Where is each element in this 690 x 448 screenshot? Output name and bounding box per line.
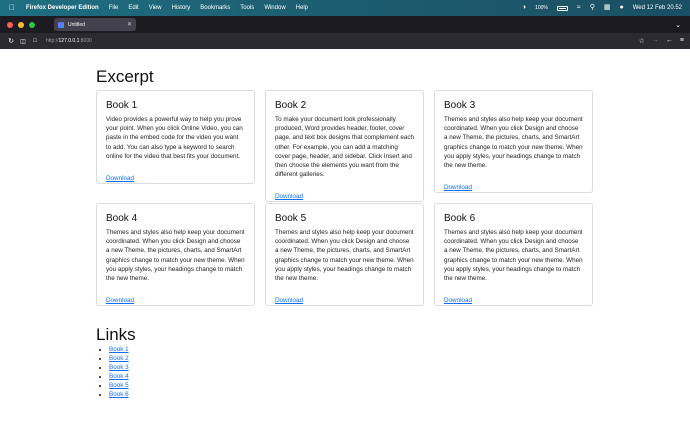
download-link[interactable]: Download — [106, 297, 134, 304]
minimize-window-button[interactable] — [18, 21, 24, 28]
download-link[interactable]: Download — [444, 297, 472, 304]
toolbar-right-buttons: ☆ → ← ≡ — [639, 37, 684, 45]
link-book-2[interactable]: Book 2 — [109, 355, 129, 362]
menu-view[interactable]: View — [149, 5, 162, 11]
book-card-2: Book 2 To make your document look profes… — [265, 90, 424, 202]
shield-icon[interactable]: ◫ — [18, 38, 28, 45]
links-heading: Links — [96, 325, 136, 344]
menubar-status-area: ◑ 100% ≈ ⚲ ▦ ● Wed 12 Feb 20.52 — [522, 4, 682, 12]
book-card-1: Book 1 Video provides a powerful way to … — [96, 90, 255, 184]
book-title: Book 6 — [444, 213, 476, 224]
menubar-clock[interactable]: Wed 12 Feb 20.52 — [633, 5, 682, 11]
link-book-3[interactable]: Book 3 — [109, 364, 129, 371]
book-card-6: Book 6 Themes and styles also help keep … — [434, 203, 593, 306]
menu-bookmarks[interactable]: Bookmarks — [200, 5, 230, 11]
link-book-5[interactable]: Book 5 — [109, 382, 129, 389]
siri-icon[interactable]: ● — [620, 4, 624, 12]
page-content: Excerpt Book 1 Video provides a powerful… — [0, 49, 690, 448]
menu-history[interactable]: History — [172, 5, 191, 11]
link-book-6[interactable]: Book 6 — [109, 391, 129, 398]
list-item: Book 3 — [109, 363, 129, 372]
book-description: To make your document look professionall… — [275, 116, 414, 179]
window-controls — [7, 21, 35, 28]
reload-icon[interactable]: ↻ — [6, 37, 16, 45]
vpn-icon[interactable]: ◑ — [522, 4, 526, 12]
tab-untitled[interactable]: Untitled ✕ — [54, 18, 136, 31]
links-list: Book 1 Book 2 Book 3 Book 4 Book 5 Book … — [109, 345, 129, 400]
menubar-app-name[interactable]: Firefox Developer Edition — [26, 5, 99, 11]
back-arrow-icon[interactable]: ← — [666, 37, 673, 45]
wifi-icon[interactable]: ≈ — [577, 4, 581, 12]
navigation-toolbar: ↻ ◫ □ http:// 127.0.0.1 :8000 ☆ → ← ≡ — [0, 33, 690, 49]
book-description: Themes and styles also help keep your do… — [444, 116, 583, 170]
tab-title: Untitled — [68, 21, 85, 28]
book-description: Themes and styles also help keep your do… — [444, 229, 583, 283]
book-title: Book 3 — [444, 100, 476, 111]
close-tab-icon[interactable]: ✕ — [127, 21, 132, 28]
menu-tools[interactable]: Tools — [240, 5, 254, 11]
book-title: Book 1 — [106, 100, 138, 111]
list-item: Book 2 — [109, 354, 129, 363]
list-all-tabs-icon[interactable]: ⌄ — [675, 21, 681, 29]
battery-percent: 100% — [535, 5, 548, 11]
url-port: :8000 — [79, 38, 92, 44]
close-window-button[interactable] — [7, 21, 13, 28]
book-card-3: Book 3 Themes and styles also help keep … — [434, 90, 593, 193]
zoom-window-button[interactable] — [29, 21, 35, 28]
list-item: Book 6 — [109, 390, 129, 399]
page-info-icon[interactable]: □ — [30, 38, 40, 44]
hamburger-menu-icon[interactable]: ≡ — [680, 37, 684, 45]
forward-arrow-icon[interactable]: → — [652, 37, 659, 45]
book-description: Themes and styles also help keep your do… — [275, 229, 414, 283]
browser-tab-strip: Untitled ✕ ⌄ — [0, 16, 690, 33]
link-book-4[interactable]: Book 4 — [109, 373, 129, 380]
download-link[interactable]: Download — [275, 297, 303, 304]
excerpt-heading: Excerpt — [96, 67, 154, 86]
control-center-icon[interactable]: ▦ — [604, 4, 611, 12]
search-icon[interactable]: ⚲ — [590, 4, 595, 12]
menu-edit[interactable]: Edit — [128, 5, 138, 11]
link-book-1[interactable]: Book 1 — [109, 346, 129, 353]
menu-window[interactable]: Window — [264, 5, 285, 11]
menu-file[interactable]: File — [109, 5, 119, 11]
download-link[interactable]: Download — [106, 175, 134, 182]
download-link[interactable]: Download — [444, 184, 472, 191]
book-description: Themes and styles also help keep your do… — [106, 229, 245, 283]
book-description: Video provides a powerful way to help yo… — [106, 116, 243, 160]
bookmark-star-icon[interactable]: ☆ — [639, 37, 645, 45]
list-item: Book 4 — [109, 372, 129, 381]
book-card-4: Book 4 Themes and styles also help keep … — [96, 203, 255, 306]
url-host: 127.0.0.1 — [58, 38, 80, 44]
book-card-5: Book 5 Themes and styles also help keep … — [265, 203, 424, 306]
download-link[interactable]: Download — [275, 193, 303, 200]
book-title: Book 5 — [275, 213, 307, 224]
book-title: Book 4 — [106, 213, 138, 224]
page-favicon-icon — [58, 21, 64, 28]
battery-icon[interactable] — [556, 5, 568, 11]
url-protocol: http:// — [46, 38, 59, 44]
book-title: Book 2 — [275, 100, 307, 111]
macos-menubar:  Firefox Developer Edition File Edit Vi… — [0, 0, 690, 16]
list-item: Book 1 — [109, 345, 129, 354]
menu-help[interactable]: Help — [296, 5, 308, 11]
apple-icon[interactable]:  — [8, 4, 16, 12]
url-bar[interactable]: http:// 127.0.0.1 :8000 — [46, 38, 92, 44]
list-item: Book 5 — [109, 381, 129, 390]
